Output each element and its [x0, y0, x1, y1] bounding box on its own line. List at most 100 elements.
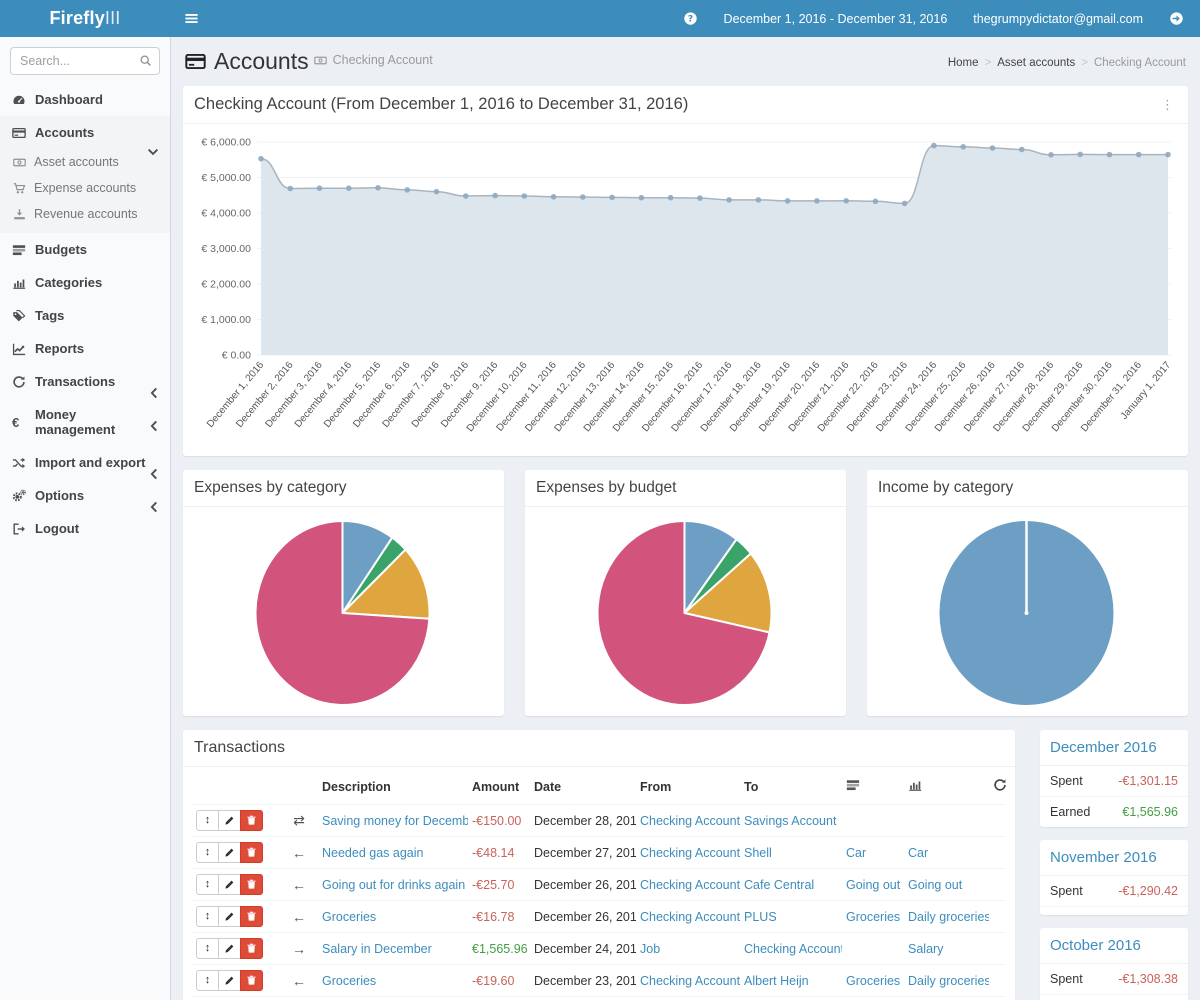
to-account-link[interactable]: Checking Account [744, 942, 842, 956]
reorder-button[interactable]: ↕ [196, 810, 219, 831]
money-icon [13, 156, 26, 169]
reorder-button[interactable]: ↕ [196, 938, 219, 959]
from-account-link[interactable]: Checking Account [640, 846, 740, 860]
summary-row: Earned€1,586.38 [1040, 994, 1188, 1000]
from-account-link[interactable]: Checking Account [640, 910, 740, 924]
reorder-button[interactable]: ↕ [196, 842, 219, 863]
help-icon[interactable]: ? [683, 11, 698, 26]
transaction-description-link[interactable]: Going out for drinks again [322, 878, 465, 892]
sidebar-subitem-asset-accounts[interactable]: Asset accounts [0, 149, 170, 175]
to-account-link[interactable]: Cafe Central [744, 878, 814, 892]
chevron-down-icon[interactable] [146, 145, 160, 159]
delete-button[interactable] [240, 874, 263, 895]
to-account-link[interactable]: Albert Heijn [744, 974, 809, 988]
edit-button[interactable] [218, 810, 241, 831]
reorder-button[interactable]: ↕ [196, 874, 219, 895]
panel-options-icon[interactable]: ⋮ [1158, 97, 1177, 113]
table-row: ↕←Needed gas again-€48.14December 27, 20… [192, 837, 1006, 869]
sidebar-item-row[interactable]: €Money management [0, 398, 170, 446]
summary-month-title[interactable]: November 2016 [1040, 840, 1188, 876]
balance-chart[interactable]: € 0.00€ 1,000.00€ 2,000.00€ 3,000.00€ 4,… [183, 124, 1188, 456]
edit-button[interactable] [218, 906, 241, 927]
sidebar-toggle-icon[interactable] [184, 11, 199, 26]
delete-button[interactable] [240, 906, 263, 927]
sidebar-item-row[interactable]: Options [0, 479, 170, 512]
category-link[interactable]: Daily groceries [908, 910, 989, 924]
transaction-date: December 26, 2016 [530, 869, 636, 901]
budget-link[interactable]: Groceries [846, 910, 900, 924]
expenses-by-budget-chart[interactable] [525, 507, 846, 716]
delete-button[interactable] [240, 970, 263, 991]
sidebar-item-row[interactable]: Categories [0, 266, 170, 299]
expenses-by-category-chart[interactable] [183, 507, 504, 716]
budget-link[interactable]: Groceries [846, 974, 900, 988]
sidebar-item-row[interactable]: Dashboard [0, 83, 170, 116]
delete-button[interactable] [240, 810, 263, 831]
sidebar-item-row[interactable]: Reports [0, 332, 170, 365]
search-input[interactable] [10, 47, 160, 75]
delete-button[interactable] [240, 842, 263, 863]
edit-button[interactable] [218, 842, 241, 863]
category-link[interactable]: Going out [908, 878, 962, 892]
from-account-link[interactable]: Checking Account [640, 878, 740, 892]
direction-withdrawal-icon: ← [292, 909, 306, 925]
breadcrumb-link[interactable]: Asset accounts [997, 57, 1075, 69]
download-icon [13, 208, 26, 221]
refresh-table-icon[interactable] [993, 778, 1007, 792]
edit-button[interactable] [218, 874, 241, 895]
sidebar-item-row[interactable]: Accounts [0, 116, 170, 149]
sidebar-item-options: Options [0, 479, 170, 512]
brand-logo[interactable]: FireflyIII [0, 0, 170, 37]
transaction-description-link[interactable]: Saving money for December [322, 814, 468, 828]
sidebar-item-row[interactable]: Import and export [0, 446, 170, 479]
to-account-link[interactable]: PLUS [744, 910, 777, 924]
breadcrumb-link[interactable]: Home [948, 57, 979, 69]
from-account-link[interactable]: Checking Account [640, 814, 740, 828]
summary-value: -€1,301.15 [1118, 774, 1178, 788]
sidebar-item-row[interactable]: Transactions [0, 365, 170, 398]
gears-icon [12, 489, 26, 503]
sidebar-item-import-and-export: Import and export [0, 446, 170, 479]
sidebar-subitem-expense-accounts[interactable]: Expense accounts [0, 175, 170, 201]
sidebar-item-label: Options [35, 488, 84, 503]
sidebar-item-label: Tags [35, 308, 64, 323]
month-summaries: December 2016Spent-€1,301.15Earned€1,565… [1040, 730, 1188, 1000]
sidebar-item-row[interactable]: Budgets [0, 233, 170, 266]
income-by-category-chart[interactable] [867, 507, 1188, 716]
row-actions: ↕ [196, 970, 263, 991]
sidebar-item-row[interactable]: Tags [0, 299, 170, 332]
balance-chart-panel: Checking Account (From December 1, 2016 … [183, 86, 1188, 456]
logout-arrow-icon[interactable] [1169, 11, 1184, 26]
reorder-button[interactable]: ↕ [196, 970, 219, 991]
category-link[interactable]: Daily groceries [908, 974, 989, 988]
budget-link[interactable]: Car [846, 846, 866, 860]
edit-button[interactable] [218, 970, 241, 991]
sidebar-item-row[interactable]: Logout [0, 512, 170, 545]
chevron-left-icon[interactable] [147, 419, 161, 433]
user-email[interactable]: thegrumpydictator@gmail.com [973, 12, 1143, 26]
delete-button[interactable] [240, 938, 263, 959]
budget-link[interactable]: Going out [846, 878, 900, 892]
summary-month-title[interactable]: December 2016 [1040, 730, 1188, 766]
transaction-amount: -€150.00 [472, 814, 521, 828]
edit-button[interactable] [218, 938, 241, 959]
category-link[interactable]: Car [908, 846, 928, 860]
navbar-main: ? December 1, 2016 - December 31, 2016 t… [170, 0, 1200, 37]
transaction-description-link[interactable]: Groceries [322, 974, 376, 988]
date-range[interactable]: December 1, 2016 - December 31, 2016 [724, 12, 948, 26]
to-account-link[interactable]: Shell [744, 846, 772, 860]
from-account-link[interactable]: Job [640, 942, 660, 956]
reorder-button[interactable]: ↕ [196, 906, 219, 927]
transaction-description-link[interactable]: Salary in December [322, 942, 432, 956]
direction-transfer-icon: ⇄ [293, 812, 305, 828]
transaction-amount: -€25.70 [472, 878, 514, 892]
to-account-link[interactable]: Savings Account [744, 814, 836, 828]
svg-text:€ 3,000.00: € 3,000.00 [201, 243, 251, 255]
sidebar-subitem-revenue-accounts[interactable]: Revenue accounts [0, 201, 170, 227]
category-link[interactable]: Salary [908, 942, 943, 956]
search-icon[interactable] [139, 54, 152, 67]
summary-month-title[interactable]: October 2016 [1040, 928, 1188, 964]
transaction-description-link[interactable]: Groceries [322, 910, 376, 924]
transaction-description-link[interactable]: Needed gas again [322, 846, 423, 860]
from-account-link[interactable]: Checking Account [640, 974, 740, 988]
